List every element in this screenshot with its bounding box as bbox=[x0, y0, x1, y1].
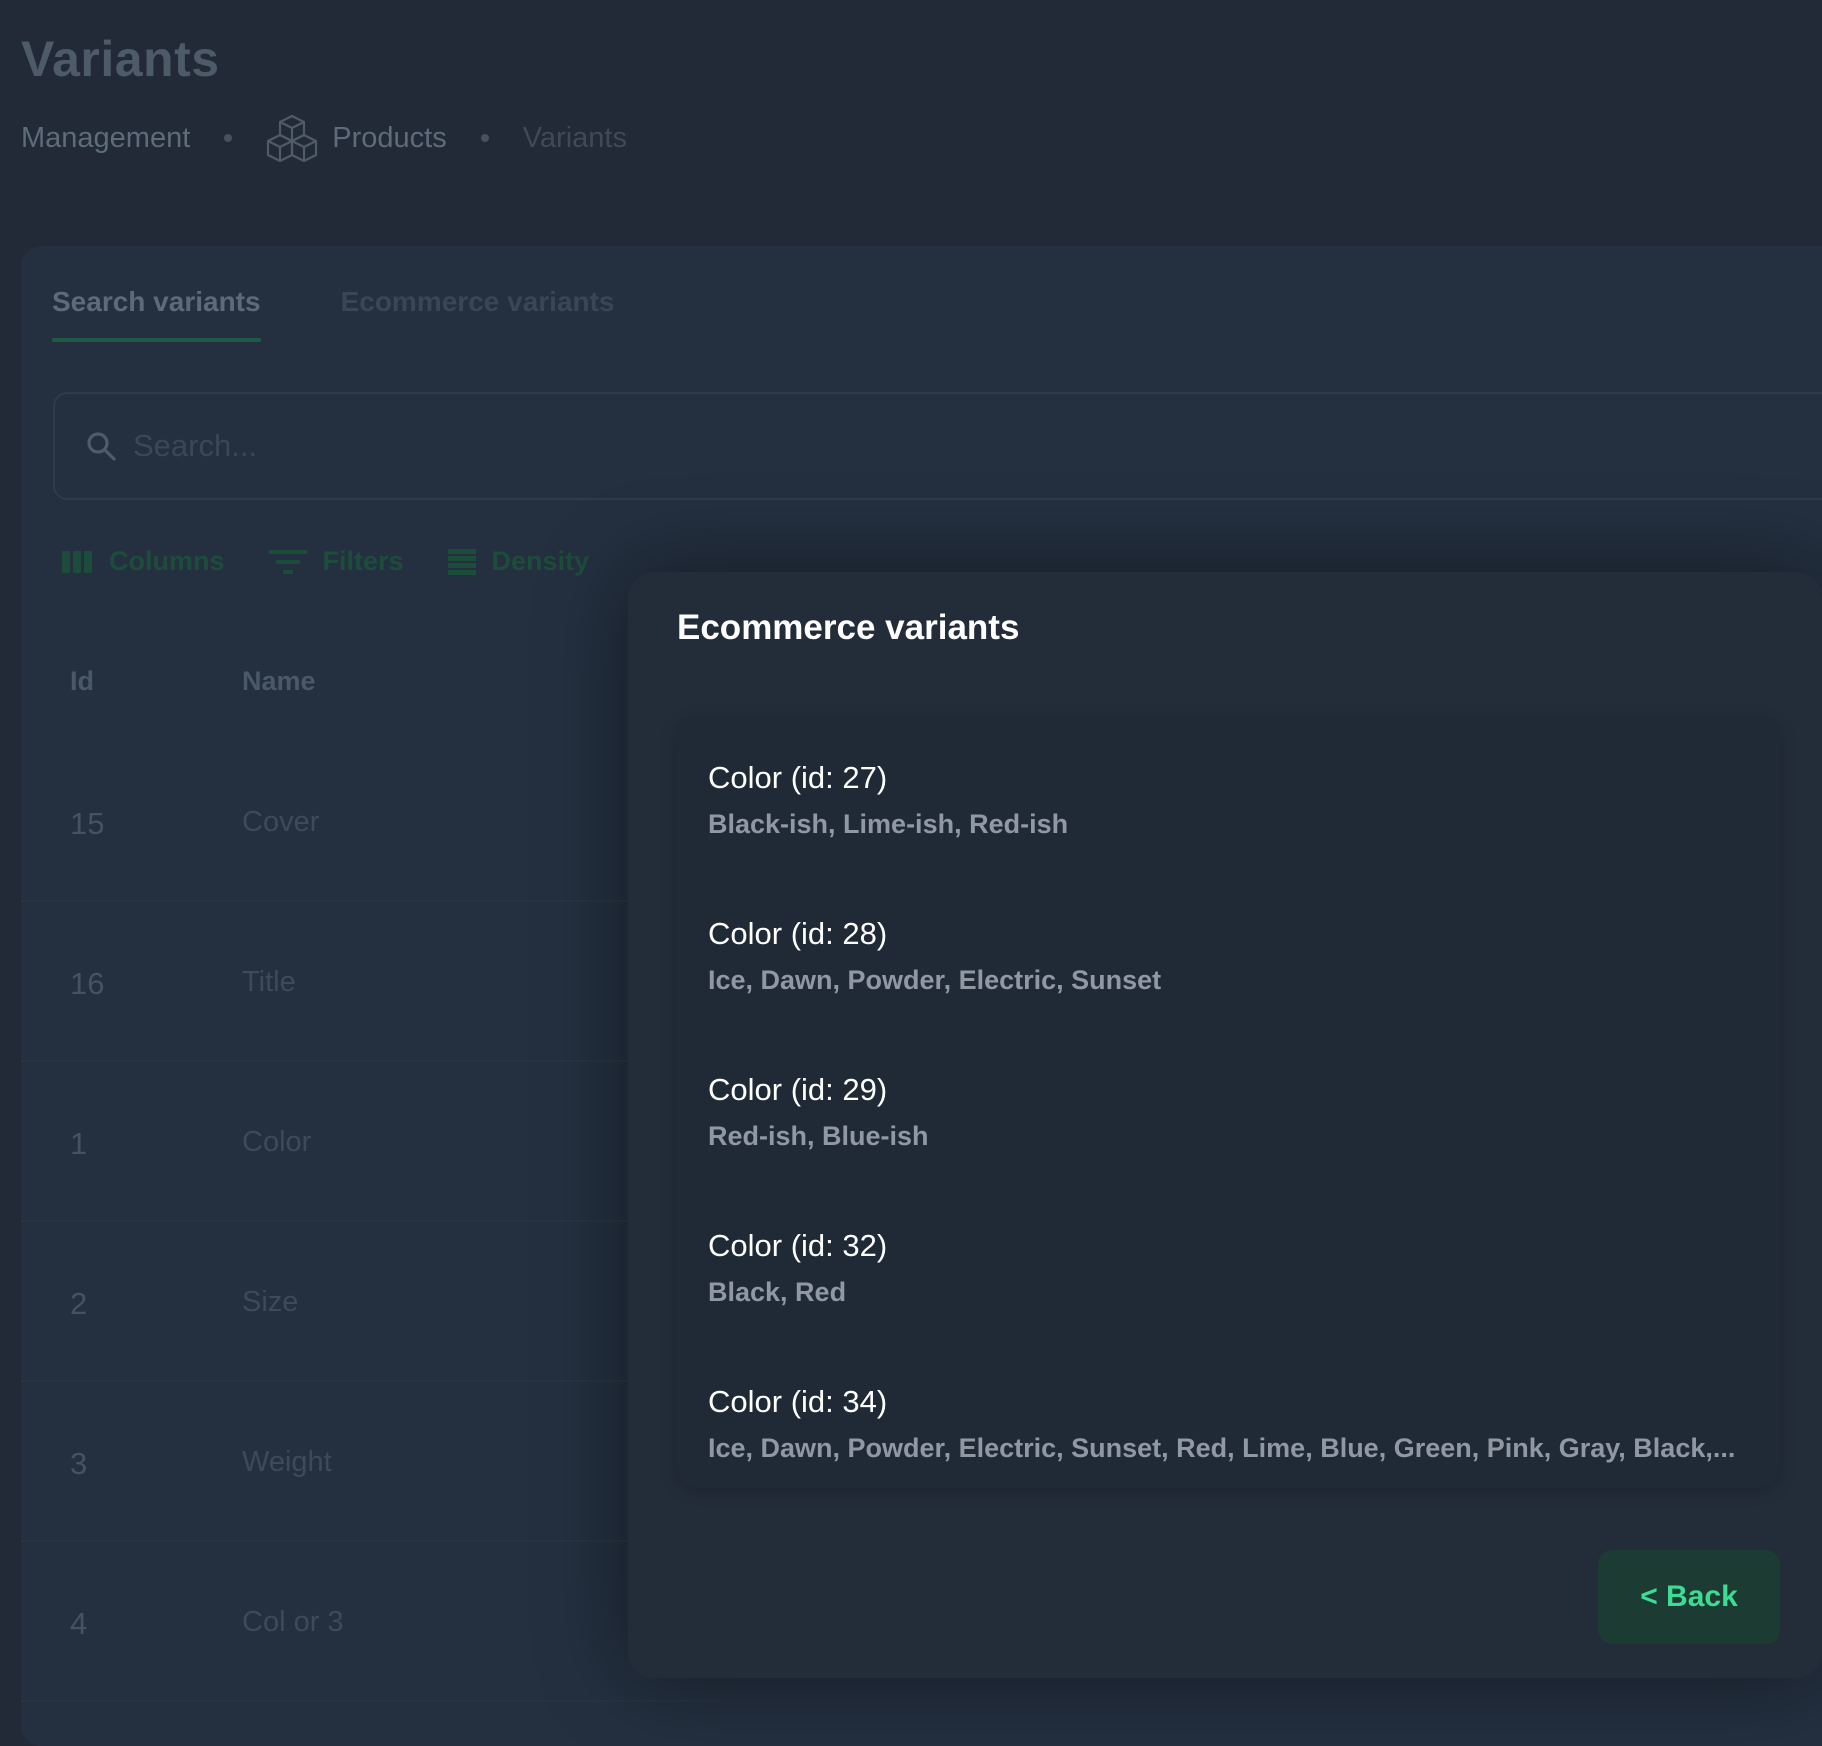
table-row[interactable]: 16 Title bbox=[21, 902, 721, 1062]
variant-title: Color (id: 29) bbox=[708, 1072, 888, 1107]
cubes-icon bbox=[267, 114, 318, 163]
variant-title: Color (id: 32) bbox=[708, 1228, 888, 1263]
list-item[interactable]: Color (id: 29) Red-ish, Blue-ish bbox=[708, 1070, 1758, 1154]
dialog-title: Ecommerce variants bbox=[677, 608, 1020, 647]
column-header-id[interactable]: Id bbox=[70, 666, 94, 697]
tab-search-variants[interactable]: Search variants bbox=[52, 286, 261, 342]
search-icon bbox=[87, 432, 116, 461]
back-button[interactable]: < Back bbox=[1598, 1550, 1780, 1644]
row-id: 4 bbox=[70, 1606, 88, 1641]
row-name: Size bbox=[242, 1286, 299, 1318]
breadcrumb-variants: Variants bbox=[522, 121, 627, 154]
tab-bar: Search variants Ecommerce variants bbox=[52, 286, 615, 342]
variant-list: Color (id: 27) Black-ish, Lime-ish, Red-… bbox=[676, 718, 1780, 1488]
filters-label: Filters bbox=[322, 546, 404, 576]
row-name: Cover bbox=[242, 806, 320, 838]
columns-icon bbox=[62, 550, 92, 573]
breadcrumb-products[interactable]: Products bbox=[266, 113, 447, 163]
list-item[interactable]: Color (id: 32) Black, Red bbox=[708, 1226, 1758, 1310]
row-id: 15 bbox=[70, 806, 105, 841]
filters-button[interactable]: Filters bbox=[268, 546, 404, 577]
search-input[interactable] bbox=[131, 427, 1135, 465]
row-name: Title bbox=[242, 966, 296, 998]
columns-label: Columns bbox=[109, 546, 225, 576]
table-row[interactable]: 1 Color bbox=[21, 1062, 721, 1222]
variant-values: Red-ish, Blue-ish bbox=[708, 1121, 929, 1151]
table-row[interactable]: 2 Size bbox=[21, 1222, 721, 1382]
table-body: 15 Cover 16 Title 1 Color 2 Size 3 Weigh… bbox=[21, 742, 721, 1702]
variant-values: Black-ish, Lime-ish, Red-ish bbox=[708, 809, 1069, 839]
grid-toolbar: Columns Filters Density bbox=[61, 546, 589, 577]
variant-values: Ice, Dawn, Powder, Electric, Sunset, Red… bbox=[708, 1433, 1736, 1463]
row-id: 1 bbox=[70, 1126, 88, 1161]
row-id: 3 bbox=[70, 1446, 88, 1481]
variant-title: Color (id: 27) bbox=[708, 760, 888, 795]
breadcrumb-management[interactable]: Management bbox=[21, 122, 190, 155]
table-row[interactable]: 15 Cover bbox=[21, 742, 721, 902]
breadcrumb-products-label: Products bbox=[332, 121, 447, 154]
table-header: Id Name bbox=[21, 666, 721, 726]
density-label: Density bbox=[491, 546, 590, 576]
row-id: 2 bbox=[70, 1286, 88, 1321]
variant-values: Ice, Dawn, Powder, Electric, Sunset bbox=[708, 965, 1162, 995]
filter-icon bbox=[268, 549, 307, 574]
breadcrumb-separator bbox=[224, 134, 233, 142]
columns-button[interactable]: Columns bbox=[61, 546, 225, 577]
list-item[interactable]: Color (id: 28) Ice, Dawn, Powder, Electr… bbox=[708, 914, 1758, 998]
page-title: Variants bbox=[21, 31, 220, 87]
table-row[interactable]: 4 Col or 3 bbox=[21, 1542, 721, 1702]
tab-ecommerce-variants[interactable]: Ecommerce variants bbox=[341, 286, 615, 342]
variant-values: Black, Red bbox=[708, 1277, 847, 1307]
list-item[interactable]: Color (id: 27) Black-ish, Lime-ish, Red-… bbox=[708, 758, 1758, 842]
row-id: 16 bbox=[70, 966, 105, 1001]
ecommerce-variants-dialog: Ecommerce variants Color (id: 27) Black-… bbox=[628, 572, 1822, 1678]
row-name: Color bbox=[242, 1126, 312, 1158]
row-name: Col or 3 bbox=[242, 1606, 344, 1638]
variant-title: Color (id: 28) bbox=[708, 916, 888, 951]
density-button[interactable]: Density bbox=[447, 546, 590, 577]
density-icon bbox=[447, 548, 476, 575]
column-header-name[interactable]: Name bbox=[242, 666, 316, 697]
breadcrumb-separator bbox=[480, 134, 489, 142]
search-field bbox=[53, 392, 1822, 500]
row-name: Weight bbox=[242, 1446, 332, 1478]
variant-title: Color (id: 34) bbox=[708, 1384, 888, 1419]
list-item[interactable]: Color (id: 34) Ice, Dawn, Powder, Electr… bbox=[708, 1382, 1758, 1466]
breadcrumb: Management Products Variants bbox=[21, 114, 627, 163]
table-row[interactable]: 3 Weight bbox=[21, 1382, 721, 1542]
